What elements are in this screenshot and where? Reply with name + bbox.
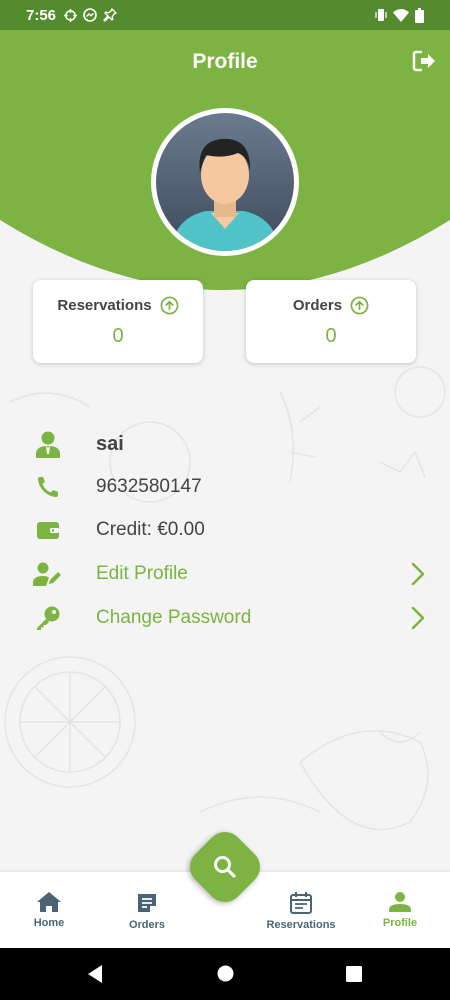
change-password-row[interactable]: Change Password: [33, 601, 433, 635]
home-circle-icon[interactable]: [217, 965, 234, 982]
status-notification-icons: [64, 8, 118, 22]
orders-icon: [138, 894, 156, 912]
name-row: sai: [33, 427, 433, 461]
recents-icon[interactable]: [346, 966, 362, 982]
avatar-image: [156, 113, 294, 251]
profile-header: Profile: [0, 30, 450, 292]
nav-profile-label: Profile: [382, 917, 418, 929]
chevron-right-icon: [411, 606, 425, 630]
reservations-card[interactable]: Reservations 0: [33, 280, 203, 363]
phone-icon: [37, 476, 59, 498]
avatar: [151, 108, 299, 256]
logout-icon: [412, 50, 435, 72]
nav-orders[interactable]: Orders: [102, 892, 192, 931]
home-icon: [37, 892, 61, 912]
profile-phone: 9632580147: [96, 476, 202, 497]
calendar-icon: [290, 892, 312, 914]
nav-reservations-label: Reservations: [266, 919, 336, 931]
nav-home-label: Home: [33, 917, 65, 929]
edit-profile-row[interactable]: Edit Profile: [33, 557, 433, 591]
profile-icon: [389, 892, 411, 912]
search-icon: [214, 856, 236, 878]
battery-icon: [415, 7, 424, 23]
person-icon: [36, 431, 60, 458]
nav-profile[interactable]: Profile: [355, 892, 445, 929]
nav-home[interactable]: Home: [4, 892, 94, 929]
profile-name: sai: [96, 432, 124, 455]
system-navigation-bar: [0, 948, 450, 1000]
credit-row: Credit: €0.00: [33, 513, 433, 547]
reservations-card-label: Reservations: [57, 297, 152, 314]
chevron-right-icon: [411, 562, 425, 586]
key-icon: [37, 606, 60, 630]
profile-credit: Credit: €0.00: [96, 519, 205, 540]
nav-orders-label: Orders: [128, 919, 166, 931]
arrow-up-circle-icon: [350, 296, 369, 315]
logout-button[interactable]: [412, 50, 436, 77]
orders-count: 0: [325, 325, 337, 347]
change-password-link[interactable]: Change Password: [96, 607, 251, 629]
edit-profile-link[interactable]: Edit Profile: [96, 563, 188, 585]
arrow-up-circle-icon: [160, 296, 179, 315]
pin-off-icon: [103, 8, 118, 22]
phone-row: 9632580147: [33, 470, 433, 504]
page-title: Profile: [192, 50, 258, 73]
status-time: 7:56: [26, 6, 57, 24]
vibrate-icon: [375, 9, 387, 21]
back-icon[interactable]: [86, 964, 104, 984]
wifi-icon: [393, 8, 409, 22]
wallet-icon: [37, 522, 59, 539]
messenger-icon: [83, 8, 97, 22]
orders-card[interactable]: Orders 0: [246, 280, 416, 363]
user-edit-icon: [33, 562, 61, 586]
reservations-count: 0: [112, 325, 124, 347]
status-bar: 7:56: [0, 0, 450, 30]
nav-reservations[interactable]: Reservations: [256, 892, 346, 931]
orders-card-label: Orders: [292, 297, 343, 314]
status-system-icons: [375, 7, 424, 23]
crosshair-icon: [64, 8, 78, 22]
